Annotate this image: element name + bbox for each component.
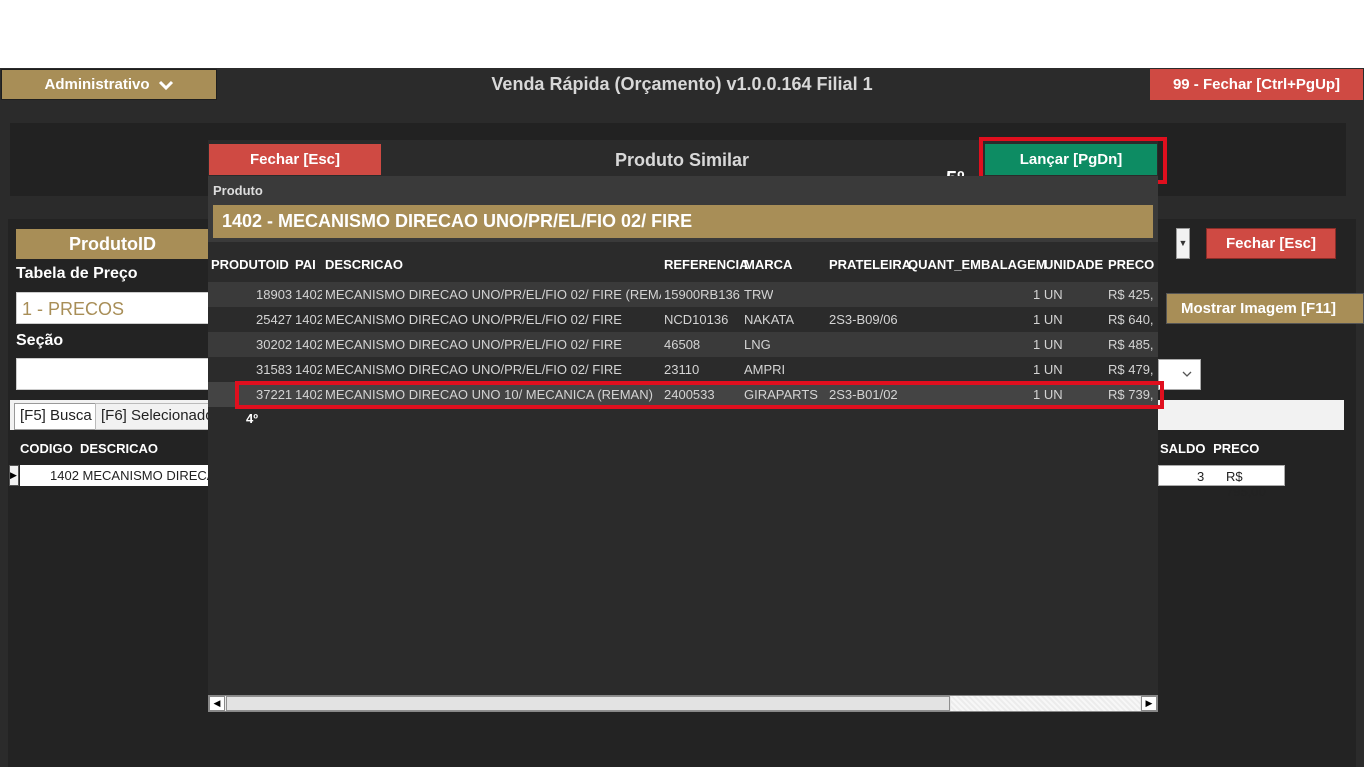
cell-unidade: 1 UN bbox=[1033, 337, 1063, 352]
cell-referencia: 46508 bbox=[664, 337, 701, 352]
step-4-annotation: 4º bbox=[246, 411, 258, 426]
col-unidade[interactable]: UNIDADE bbox=[1044, 257, 1103, 272]
table-row[interactable]: 25427 1402 MECANISMO DIRECAO UNO/PR/EL/F… bbox=[208, 307, 1158, 332]
cell-referencia: 23110 bbox=[664, 362, 700, 377]
cell-unidade: 1 UN bbox=[1033, 312, 1063, 327]
cell-referencia: 15900RB136 bbox=[664, 287, 740, 302]
cell-unidade: 1 UN bbox=[1033, 362, 1063, 377]
cell-marca: TRW bbox=[744, 287, 774, 302]
tabela-preco-label: Tabela de Preço bbox=[16, 265, 138, 283]
row-highlight-box bbox=[235, 381, 1164, 409]
tabela-preco-label-text: Tabela de Preço bbox=[16, 265, 138, 282]
fechar-esc-button[interactable]: Fechar [Esc] bbox=[1206, 228, 1336, 259]
grid-header-preco: PRECO bbox=[1213, 441, 1260, 456]
cell-pai: 1402 bbox=[295, 362, 322, 377]
col-prateleira[interactable]: PRATELEIRA bbox=[829, 257, 911, 272]
cell-produtoid: 31583 bbox=[256, 362, 293, 377]
secao-field[interactable] bbox=[16, 358, 209, 390]
produtoid-label: ProdutoID bbox=[16, 229, 209, 259]
col-preco[interactable]: PRECO S bbox=[1108, 257, 1158, 272]
col-referencia[interactable]: REFERENCIA bbox=[664, 257, 749, 272]
cell-unidade: 1 UN bbox=[1033, 287, 1063, 302]
grid-header-saldo: SALDO bbox=[1160, 441, 1206, 456]
cell-preco: R$ 485, bbox=[1108, 337, 1154, 352]
dialog-title: Produto Similar bbox=[614, 150, 749, 170]
cell-descricao: MECANISMO DIRECAO UNO/PR/EL/FIO 02/ FIRE bbox=[325, 312, 622, 327]
scroll-right-arrow-icon[interactable]: ▶ bbox=[1141, 696, 1157, 711]
saldo-row[interactable]: 3 R$ 795,00 bbox=[1158, 465, 1285, 499]
cell-descricao: MECANISMO DIRECAO UNO/PR/EL/FIO 02/ FIRE bbox=[325, 362, 622, 377]
cell-prateleira: 2S3-B09/06 bbox=[829, 312, 898, 327]
preco-value: R$ 795,00 bbox=[1226, 469, 1266, 499]
grid-header-codigo: CODIGO bbox=[20, 441, 73, 456]
cell-preco: R$ 640, bbox=[1108, 312, 1154, 327]
administrativo-menu-button[interactable]: Administrativo bbox=[1, 69, 217, 100]
cell-pai: 1402 bbox=[295, 312, 322, 327]
window-title: Venda Rápida (Orçamento) v1.0.0.164 Fili… bbox=[491, 74, 873, 94]
row-indicator-icon: ▶ bbox=[9, 465, 19, 486]
table-row[interactable]: 1402 MECANISMO DIRECAO bbox=[20, 465, 209, 486]
grid-header-descricao: DESCRICAO bbox=[79, 441, 158, 456]
cell-marca: NAKATA bbox=[744, 312, 795, 327]
saldo-value: 3 bbox=[1197, 469, 1205, 484]
col-marca[interactable]: MARCA bbox=[744, 257, 792, 272]
scroll-left-arrow-icon[interactable]: ◀ bbox=[209, 696, 225, 711]
dialog-close-button[interactable]: Fechar [Esc] bbox=[209, 144, 381, 175]
tab-selecionado[interactable]: [F6] Selecionado bbox=[95, 403, 215, 430]
chevron-down-icon bbox=[1182, 371, 1192, 377]
cell-descricao: MECANISMO DIRECAO UNO/PR/EL/FIO 02/ FIRE… bbox=[325, 287, 661, 302]
col-pai[interactable]: PAI bbox=[295, 257, 316, 272]
scrollbar-thumb[interactable] bbox=[226, 696, 950, 711]
table-row[interactable]: 31583 1402 MECANISMO DIRECAO UNO/PR/EL/F… bbox=[208, 357, 1158, 382]
cell-produtoid: 25427 bbox=[256, 312, 293, 327]
scrollbar-track[interactable] bbox=[951, 696, 1140, 711]
tab-busca[interactable]: [F5] Busca bbox=[14, 403, 98, 430]
cell-referencia: NCD10136 bbox=[664, 312, 729, 327]
close-app-button[interactable]: 99 - Fechar [Ctrl+PgUp] bbox=[1150, 69, 1363, 100]
cell-preco: R$ 425, bbox=[1108, 287, 1154, 302]
cell-marca: LNG bbox=[744, 337, 771, 352]
cell-produtoid: 18903 bbox=[256, 287, 293, 302]
cell-preco: R$ 479, bbox=[1108, 362, 1154, 377]
table-row[interactable]: 18903 1402 MECANISMO DIRECAO UNO/PR/EL/F… bbox=[208, 282, 1158, 307]
table-row[interactable]: 30202 1402 MECANISMO DIRECAO UNO/PR/EL/F… bbox=[208, 332, 1158, 357]
col-quant-embalagem[interactable]: QUANT_EMBALAGEM bbox=[908, 257, 1047, 272]
combo-dropdown-icon[interactable]: ▼ bbox=[1176, 228, 1190, 259]
cell-marca: AMPRI bbox=[744, 362, 786, 377]
saldo-header: SALDO PRECO bbox=[1160, 441, 1259, 456]
mostrar-imagem-button[interactable]: Mostrar Imagem [F11] bbox=[1166, 293, 1364, 324]
administrativo-label: Administrativo bbox=[44, 76, 150, 93]
produto-label: Produto bbox=[213, 183, 263, 198]
secao-dropdown[interactable] bbox=[1158, 359, 1201, 390]
produto-value: 1402 - MECANISMO DIRECAO UNO/PR/EL/FIO 0… bbox=[213, 205, 1153, 238]
cell-descricao: MECANISMO DIRECAO UNO/PR/EL/FIO 02/ FIRE bbox=[325, 337, 622, 352]
col-produtoid[interactable]: PRODUTOID bbox=[211, 257, 289, 272]
grid-header: CODIGO DESCRICAO bbox=[20, 441, 158, 456]
col-descricao[interactable]: DESCRICAO bbox=[325, 257, 403, 272]
chevron-down-icon bbox=[158, 80, 173, 90]
cell-pai: 1402 bbox=[295, 337, 322, 352]
secao-label: Seção bbox=[16, 332, 64, 349]
cell-produtoid: 30202 bbox=[256, 337, 293, 352]
tabela-preco-field[interactable]: 1 - PRECOS bbox=[16, 292, 209, 324]
cell-pai: 1402 bbox=[295, 287, 322, 302]
